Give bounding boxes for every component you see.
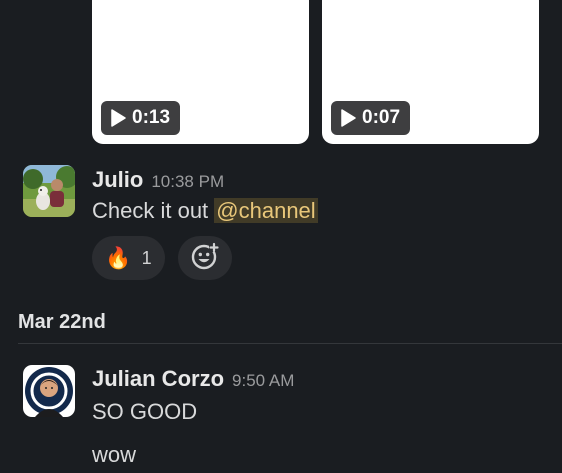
video-thumbnail[interactable]: 0:13 xyxy=(92,0,309,144)
message-timestamp[interactable]: 9:50 AM xyxy=(232,371,294,391)
video-duration-badge[interactable]: 0:13 xyxy=(101,101,181,135)
video-duration-badge[interactable]: 0:07 xyxy=(331,101,411,135)
avatar-julio[interactable] xyxy=(23,165,75,217)
divider-line xyxy=(18,343,562,344)
message-text: Check it out @channel xyxy=(92,198,318,224)
video-duration: 0:07 xyxy=(362,107,401,128)
message-text: wow xyxy=(92,442,137,467)
video-thumbnail[interactable]: 0:07 xyxy=(322,0,539,144)
message-header: Julian Corzo 9:50 AM xyxy=(92,366,294,392)
add-reaction-icon xyxy=(191,242,219,275)
play-icon xyxy=(110,109,126,127)
add-reaction-button[interactable] xyxy=(178,236,232,280)
message-text: SO GOOD xyxy=(92,399,198,424)
author-name[interactable]: Julio xyxy=(92,167,143,193)
date-divider: Mar 22nd xyxy=(0,308,562,344)
reaction-count: 1 xyxy=(141,247,152,268)
video-duration: 0:13 xyxy=(132,107,171,128)
date-label[interactable]: Mar 22nd xyxy=(18,311,106,334)
fire-emoji-icon: 🔥 xyxy=(105,246,132,270)
author-name[interactable]: Julian Corzo xyxy=(92,366,224,392)
play-icon xyxy=(340,109,356,127)
message-header: Julio 10:38 PM xyxy=(92,167,224,193)
channel-mention[interactable]: @channel xyxy=(214,198,318,223)
avatar-julian-corzo[interactable] xyxy=(23,365,75,417)
reaction-fire[interactable]: 🔥 1 xyxy=(92,236,165,280)
message-pane: 0:13 0:07 Julio 10:38 PM Check it out @c… xyxy=(0,0,562,473)
message-body: Check it out xyxy=(92,198,215,223)
message-timestamp[interactable]: 10:38 PM xyxy=(151,172,224,192)
